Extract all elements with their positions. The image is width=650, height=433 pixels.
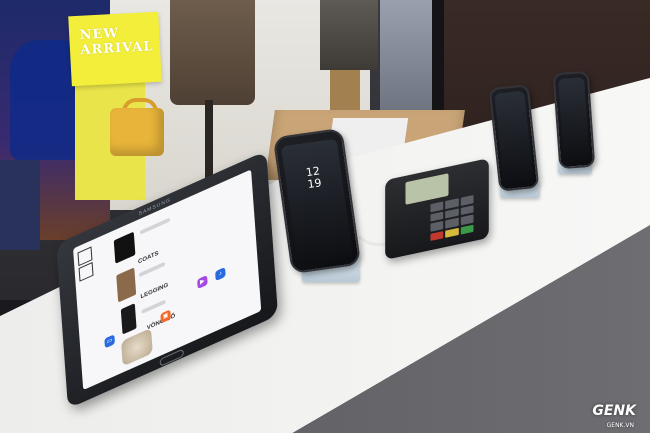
message-app-icon[interactable]: ▭ — [104, 334, 116, 349]
phone-screen — [494, 90, 534, 184]
text-placeholder — [138, 261, 166, 278]
wood-crate — [330, 70, 360, 110]
phone-screen — [558, 77, 590, 161]
music-app-icon[interactable]: ▶ — [197, 274, 208, 290]
category-coats[interactable]: COATS — [138, 251, 159, 266]
brown-coat-on-mannequin — [170, 0, 255, 105]
necklace-image — [121, 327, 153, 367]
text-placeholder — [139, 217, 171, 235]
black-dress-image — [113, 231, 136, 264]
note-app-icon[interactable]: ♪ — [215, 266, 226, 282]
new-arrival-text: NEW ARRIVAL — [79, 24, 160, 58]
legging-image — [120, 303, 137, 335]
grey-coat — [320, 0, 378, 70]
clothing-shelf — [380, 0, 440, 120]
coat-image — [116, 267, 137, 303]
genk-logo: GENK — [592, 403, 636, 419]
store-display-photo: NEW ARRIVAL 12 19 SAMSUNG COATS LEGGING … — [0, 0, 650, 433]
phone-display-4 — [552, 70, 596, 170]
mannequin-legs — [0, 160, 40, 250]
category-legging[interactable]: LEGGING — [140, 282, 168, 300]
genk-domain: GENK.VN — [606, 422, 634, 429]
